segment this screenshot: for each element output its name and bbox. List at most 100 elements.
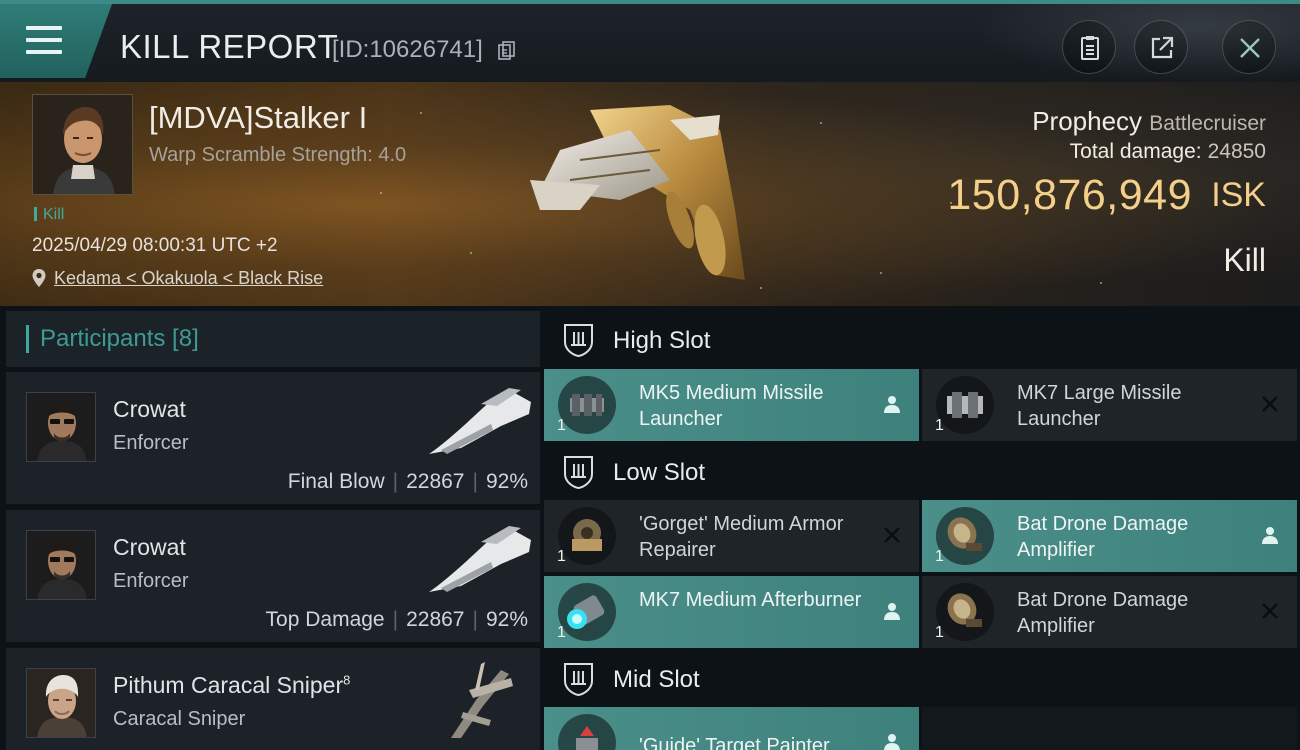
destroyed-x-icon bbox=[881, 524, 903, 546]
participant-percent: 92% bbox=[485, 608, 528, 631]
target-painter-icon bbox=[558, 714, 616, 750]
copy-icon[interactable] bbox=[498, 41, 515, 61]
shield-icon bbox=[564, 456, 593, 490]
participants-title: Participants [8] bbox=[40, 325, 199, 352]
module-quantity: 1 bbox=[935, 548, 944, 565]
participant-name-text: Pithum Caracal Sniper bbox=[113, 672, 344, 698]
victim-portrait[interactable] bbox=[32, 94, 133, 195]
participant-card[interactable]: Crowat Enforcer Final Blow | 22867 | 92% bbox=[6, 372, 540, 504]
module-name: Bat Drone Damage Amplifier bbox=[1017, 513, 1189, 561]
participant-ship-image bbox=[429, 388, 531, 454]
module-quantity: 1 bbox=[557, 624, 566, 641]
avatar[interactable] bbox=[26, 668, 96, 738]
clipboard-button[interactable] bbox=[1062, 20, 1116, 74]
pilot-icon bbox=[1259, 524, 1281, 546]
participant-card[interactable]: Crowat Enforcer Top Damage | 22867 | 92% bbox=[6, 510, 540, 642]
participant-ship-image bbox=[451, 662, 513, 738]
share-icon bbox=[1151, 36, 1174, 59]
module-name: 'Gorget' Medium Armor Repairer bbox=[639, 513, 844, 561]
module-name: Bat Drone Damage Amplifier bbox=[1017, 589, 1189, 637]
afterburner-icon bbox=[558, 583, 616, 641]
victim-ship-image bbox=[530, 105, 745, 280]
participant-ship: Enforcer bbox=[113, 570, 189, 592]
close-icon bbox=[1240, 38, 1260, 58]
low-slot-header: Low Slot bbox=[544, 443, 1300, 501]
result-label: Kill bbox=[1223, 242, 1266, 278]
clipboard-icon bbox=[1081, 36, 1099, 60]
participant-role: Final Blow bbox=[287, 470, 385, 493]
total-damage-value: 24850 bbox=[1207, 140, 1266, 163]
ship-name-text: Prophecy bbox=[1032, 106, 1143, 136]
menu-button[interactable] bbox=[0, 4, 112, 78]
participant-count-badge: 8 bbox=[343, 672, 351, 688]
ship-class: Battlecruiser bbox=[1149, 112, 1266, 135]
participant-damage: 22867 bbox=[406, 608, 465, 631]
isk-value: 150,876,949 bbox=[947, 171, 1192, 219]
missile-launcher-icon bbox=[558, 376, 616, 434]
warp-scramble-strength: Warp Scramble Strength: 4.0 bbox=[149, 144, 407, 166]
total-damage: Total damage: 24850 bbox=[1070, 140, 1266, 164]
module-card[interactable]: 1 Bat Drone Damage Amplifier bbox=[922, 500, 1297, 572]
menu-icon bbox=[26, 26, 62, 54]
fitting-panel: High Slot 1 MK5 Medium Missile Launcher … bbox=[544, 311, 1300, 750]
participants-header: Participants [8] bbox=[6, 311, 540, 367]
top-bar: KILL REPORT [ID:10626741] bbox=[0, 0, 1300, 82]
pilot-icon bbox=[881, 393, 903, 415]
module-card[interactable]: 1 'Gorget' Medium Armor Repairer bbox=[544, 500, 919, 572]
participant-name: Crowat bbox=[113, 396, 186, 422]
module-quantity: 1 bbox=[935, 624, 944, 641]
module-quantity: 1 bbox=[935, 417, 944, 434]
low-slot-label: Low Slot bbox=[613, 459, 706, 486]
report-id: [ID:10626741] bbox=[332, 36, 483, 63]
module-card[interactable]: 1 MK7 Medium Afterburner bbox=[544, 576, 919, 648]
module-card[interactable]: 1 MK7 Large Missile Launcher bbox=[922, 369, 1297, 441]
participant-ship: Enforcer bbox=[113, 432, 189, 454]
avatar[interactable] bbox=[26, 392, 96, 462]
high-slot-label: High Slot bbox=[613, 327, 711, 354]
avatar[interactable] bbox=[26, 530, 96, 600]
armor-repairer-icon bbox=[558, 507, 616, 565]
drone-amplifier-icon bbox=[936, 507, 994, 565]
total-damage-label: Total damage: bbox=[1069, 140, 1202, 163]
pilot-icon bbox=[881, 731, 903, 750]
module-card[interactable]: 1 Bat Drone Damage Amplifier bbox=[922, 576, 1297, 648]
participant-stats: Top Damage | 22867 | 92% bbox=[265, 608, 528, 631]
isk-unit: ISK bbox=[1211, 176, 1266, 214]
kill-tag: Kill bbox=[34, 206, 64, 224]
victim-header: [MDVA]Stalker I Warp Scramble Strength: … bbox=[0, 82, 1300, 306]
high-slot-header: High Slot bbox=[544, 311, 1300, 369]
close-button[interactable] bbox=[1222, 20, 1276, 74]
module-card[interactable]: 1 MK5 Medium Missile Launcher bbox=[544, 369, 919, 441]
empty-slot bbox=[922, 707, 1297, 750]
participant-stats: Final Blow | 22867 | 92% bbox=[287, 470, 528, 493]
ship-name: Prophecy Battlecruiser bbox=[1032, 106, 1266, 137]
shield-icon bbox=[564, 324, 593, 358]
participant-ship-image bbox=[429, 526, 531, 592]
module-name: MK5 Medium Missile Launcher bbox=[639, 382, 824, 430]
destroyed-x-icon bbox=[1259, 393, 1281, 415]
mid-slot-label: Mid Slot bbox=[613, 666, 700, 693]
timestamp: 2025/04/29 08:00:31 UTC +2 bbox=[32, 235, 278, 256]
destroyed-x-icon bbox=[1259, 600, 1281, 622]
module-quantity: 1 bbox=[557, 417, 566, 434]
module-name: 'Guide' Target Painter bbox=[639, 735, 830, 750]
participant-role: Top Damage bbox=[265, 608, 385, 631]
shield-icon bbox=[564, 663, 593, 697]
participant-percent: 92% bbox=[485, 470, 528, 493]
module-name: MK7 Medium Afterburner bbox=[639, 589, 862, 611]
share-button[interactable] bbox=[1134, 20, 1188, 74]
participant-name: Pithum Caracal Sniper8 bbox=[113, 672, 350, 699]
location-pin-icon bbox=[32, 269, 46, 287]
participant-name: Crowat bbox=[113, 534, 186, 560]
pilot-avatar-icon bbox=[27, 531, 95, 599]
participant-card[interactable]: Pithum Caracal Sniper8 Caracal Sniper bbox=[6, 648, 540, 750]
module-quantity: 1 bbox=[557, 548, 566, 565]
pilot-avatar-icon bbox=[27, 393, 95, 461]
participant-ship: Caracal Sniper bbox=[113, 708, 246, 730]
module-name: MK7 Large Missile Launcher bbox=[1017, 382, 1182, 430]
pilot-icon bbox=[881, 600, 903, 622]
missile-launcher-icon bbox=[936, 376, 994, 434]
page-title: KILL REPORT bbox=[120, 28, 339, 65]
module-card[interactable]: 'Guide' Target Painter bbox=[544, 707, 919, 750]
location-link[interactable]: Kedama < Okakuola < Black Rise bbox=[54, 268, 323, 289]
